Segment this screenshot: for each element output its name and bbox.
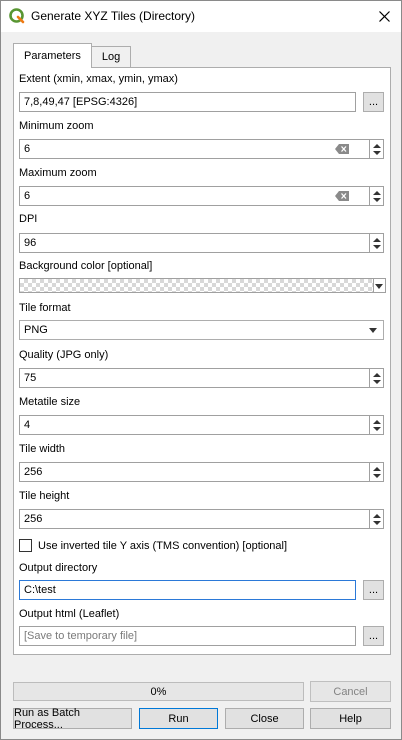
progress-bar: 0% (13, 682, 304, 701)
chevron-down-icon (369, 328, 377, 333)
output-html-placeholder: [Save to temporary file] (24, 630, 138, 642)
quality-spinner[interactable] (370, 368, 384, 388)
tab-parameters[interactable]: Parameters (13, 43, 92, 68)
dpi-label: DPI (19, 213, 38, 225)
tms-checkbox[interactable] (19, 539, 32, 552)
window-title: Generate XYZ Tiles (Directory) (31, 9, 196, 23)
dialog-window: Generate XYZ Tiles (Directory) Parameter… (0, 0, 402, 740)
tms-checkbox-row[interactable]: Use inverted tile Y axis (TMS convention… (19, 539, 287, 552)
chevron-down-icon (375, 284, 383, 289)
close-icon (378, 11, 390, 22)
close-button[interactable]: Close (225, 708, 304, 729)
quality-label: Quality (JPG only) (19, 349, 109, 361)
run-batch-button[interactable]: Run as Batch Process... (13, 707, 132, 731)
max-zoom-spinner[interactable] (370, 186, 384, 206)
min-zoom-value: 6 (24, 143, 31, 155)
bg-color-dropdown[interactable] (374, 278, 386, 293)
extent-value: 7,8,49,47 [EPSG:4326] (24, 96, 138, 108)
min-zoom-label: Minimum zoom (19, 120, 94, 132)
dpi-spinner[interactable] (370, 233, 384, 253)
spinner-up-icon[interactable] (373, 144, 381, 148)
bg-color-swatch[interactable] (19, 278, 374, 293)
output-dir-label: Output directory (19, 562, 98, 574)
run-button[interactable]: Run (139, 708, 218, 729)
min-zoom-input[interactable]: 6 (19, 139, 370, 159)
progress-text: 0% (150, 685, 167, 698)
tile-width-input[interactable]: 256 (19, 462, 370, 482)
tile-format-value: PNG (24, 324, 48, 336)
qgis-logo-icon (9, 8, 25, 24)
max-zoom-input[interactable]: 6 (19, 186, 370, 206)
spinner-up-icon[interactable] (373, 373, 381, 377)
metatile-label: Metatile size (19, 396, 81, 408)
tab-bar: Parameters Log (13, 43, 132, 68)
spinner-down-icon[interactable] (373, 198, 381, 202)
tms-label: Use inverted tile Y axis (TMS convention… (38, 539, 288, 552)
spinner-down-icon[interactable] (373, 521, 381, 525)
title-bar: Generate XYZ Tiles (Directory) (1, 1, 401, 32)
spinner-up-icon[interactable] (373, 514, 381, 518)
output-dir-value: C:\test (24, 584, 56, 596)
extent-label: Extent (xmin, xmax, ymin, ymax) (19, 73, 178, 85)
spinner-up-icon[interactable] (373, 420, 381, 424)
spinner-up-icon[interactable] (373, 191, 381, 195)
extent-input[interactable]: 7,8,49,47 [EPSG:4326] (19, 92, 356, 112)
tile-width-spinner[interactable] (370, 462, 384, 482)
metatile-input[interactable]: 4 (19, 415, 370, 435)
spinner-down-icon[interactable] (373, 245, 381, 249)
max-zoom-label: Maximum zoom (19, 167, 97, 179)
spinner-up-icon[interactable] (373, 238, 381, 242)
clear-icon[interactable] (335, 144, 349, 154)
max-zoom-value: 6 (24, 190, 31, 202)
spinner-down-icon[interactable] (373, 151, 381, 155)
quality-input[interactable]: 75 (19, 368, 370, 388)
extent-browse-button[interactable]: ... (363, 92, 384, 112)
tile-width-label: Tile width (19, 443, 66, 455)
output-html-browse-button[interactable]: ... (363, 626, 384, 646)
min-zoom-spinner[interactable] (370, 139, 384, 159)
bg-color-label: Background color [optional] (19, 260, 153, 272)
output-dir-browse-button[interactable]: ... (363, 580, 384, 600)
spinner-down-icon[interactable] (373, 474, 381, 478)
clear-icon[interactable] (335, 191, 349, 201)
tile-height-label: Tile height (19, 490, 70, 502)
output-dir-input[interactable]: C:\test (19, 580, 356, 600)
tab-log[interactable]: Log (91, 46, 132, 67)
metatile-spinner[interactable] (370, 415, 384, 435)
spinner-down-icon[interactable] (373, 427, 381, 431)
quality-value: 75 (24, 372, 37, 384)
tile-height-input[interactable]: 256 (19, 509, 370, 529)
tile-width-value: 256 (24, 466, 43, 478)
parameters-panel: Extent (xmin, xmax, ymin, ymax) 7,8,49,4… (13, 67, 391, 655)
cancel-button[interactable]: Cancel (310, 681, 391, 702)
metatile-value: 4 (24, 419, 31, 431)
dpi-input[interactable]: 96 (19, 233, 370, 253)
tile-height-value: 256 (24, 513, 43, 525)
help-button[interactable]: Help (310, 708, 391, 729)
output-html-label: Output html (Leaflet) (19, 608, 120, 620)
spinner-down-icon[interactable] (373, 380, 381, 384)
spinner-up-icon[interactable] (373, 467, 381, 471)
tile-height-spinner[interactable] (370, 509, 384, 529)
tile-format-select[interactable]: PNG (19, 320, 384, 340)
output-html-input[interactable]: [Save to temporary file] (19, 626, 356, 646)
dpi-value: 96 (24, 237, 37, 249)
tile-format-label: Tile format (19, 302, 71, 314)
close-window-button[interactable] (367, 1, 401, 32)
